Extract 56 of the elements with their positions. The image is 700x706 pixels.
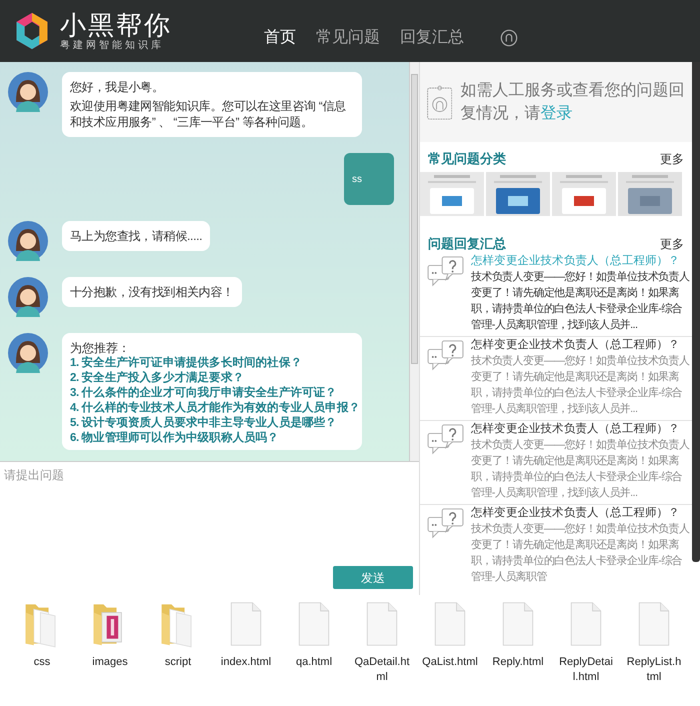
logo-title: 小黑帮你 <box>60 10 172 40</box>
recommended-question-link[interactable]: 1. 安全生产许可证申请提供多长时间的社保？ <box>70 356 354 371</box>
avatar-figure <box>8 221 48 261</box>
recommended-question-link[interactable]: 2. 安全生产投入多少才满足要求？ <box>70 371 354 386</box>
reply-summary: 技术负责人变更——您好！如贵单位技术负责人变更了！请先确定他是离职还是离岗！如果离职，请持贵单位的白色法人卡登录企业库-综合管理-人员离职管理，找到该人员并... <box>471 354 690 417</box>
reply-title-link[interactable]: 怎样变更企业技术负责人（总工程师）？ <box>471 338 692 353</box>
file-name[interactable]: Reply.html <box>490 655 546 670</box>
file-icon[interactable] <box>500 600 536 648</box>
question-bubble-icon <box>427 424 465 456</box>
avatar-figure <box>8 277 48 317</box>
reply-title-link[interactable]: 怎样变更企业技术负责人（总工程师）？ <box>471 506 692 521</box>
user-icon[interactable] <box>500 29 518 47</box>
file-name[interactable]: css <box>14 655 70 670</box>
section-title: 常见问题分类 <box>428 150 506 168</box>
nav-tab[interactable]: 首页 <box>264 26 296 50</box>
message-text: 欢迎使用粤建网智能知识库。您可以在这里咨询 “信息和技术应用服务” 、 “三库一平台” 等各种问题。 <box>70 98 347 130</box>
reply-summary: 技术负责人变更——您好！如贵单位技术负责人变更了！请先确定他是离职还是离岗！如果离职，请持贵单位的白色法人卡登录企业库-综合管理-人员离职管理，找到该人员并... <box>471 270 690 333</box>
more-link[interactable]: 更多 <box>660 150 684 168</box>
message-text: ss <box>352 172 362 186</box>
file-name[interactable]: images <box>82 655 138 670</box>
reply-title-link[interactable]: 怎样变更企业技术负责人（总工程师）？ <box>471 422 692 437</box>
recommended-question-link[interactable]: 3. 什么条件的企业才可向我厅申请安全生产许可证？ <box>70 386 354 401</box>
recommended-question-link[interactable]: 6. 物业管理师可以作为中级职称人员吗？ <box>70 431 354 446</box>
reply-summary: 技术负责人变更——您好！如贵单位技术负责人变更了！请先确定他是离职还是离岗！如果离职，请持贵单位的白色法人卡登录企业库-综合管理-人员离职管 <box>471 522 690 585</box>
file-icon[interactable] <box>636 600 672 648</box>
file-name[interactable]: qa.html <box>286 655 342 670</box>
logo-subtitle: 粤建网智能知识库 <box>60 40 165 52</box>
reply-summary: 技术负责人变更——您好！如贵单位技术负责人变更了！请先确定他是离职还是离岗！如果离职，请持贵单位的白色法人卡登录企业库-综合管理-人员离职管理，找到该人员并... <box>471 438 690 501</box>
section-title: 问题回复汇总 <box>428 235 506 254</box>
nav-tab[interactable]: 回复汇总 <box>400 26 464 50</box>
file-name[interactable]: ReplyDetail.html <box>558 655 614 685</box>
file-icon[interactable] <box>296 600 332 648</box>
file-name[interactable]: QaList.html <box>422 655 478 670</box>
file-name[interactable]: script <box>150 655 206 670</box>
more-link[interactable]: 更多 <box>660 235 684 253</box>
file-name[interactable]: ReplyList.html <box>626 655 682 685</box>
scrollbar[interactable] <box>409 62 419 461</box>
file-icon[interactable] <box>432 600 468 648</box>
scrollbar[interactable] <box>692 62 700 562</box>
question-bubble-icon <box>427 256 465 288</box>
file-icon[interactable] <box>364 600 400 648</box>
login-prompt: 如需人工服务或查看您的问题回复情况，请登录 <box>460 80 685 124</box>
message-text: 为您推荐： <box>70 341 131 356</box>
file-icon[interactable] <box>568 600 604 648</box>
question-bubble-icon <box>427 508 465 540</box>
avatar-figure <box>8 72 48 112</box>
message-text: 十分抱歉，没有找到相关内容！ <box>70 284 234 300</box>
recommended-question-link[interactable]: 5. 设计专项资质人员要求中非主导专业人员是哪些？ <box>70 416 354 431</box>
avatar-figure <box>8 333 48 373</box>
message-text: 马上为您查找，请稍候..... <box>70 228 202 244</box>
nav-tab[interactable]: 常见问题 <box>316 26 380 50</box>
file-name[interactable]: QaDetail.html <box>354 655 410 685</box>
file-name[interactable]: index.html <box>218 655 274 670</box>
message-text: 您好，我是小粤。 <box>70 79 165 95</box>
question-bubble-icon <box>427 340 465 372</box>
file-icon[interactable] <box>228 600 264 648</box>
